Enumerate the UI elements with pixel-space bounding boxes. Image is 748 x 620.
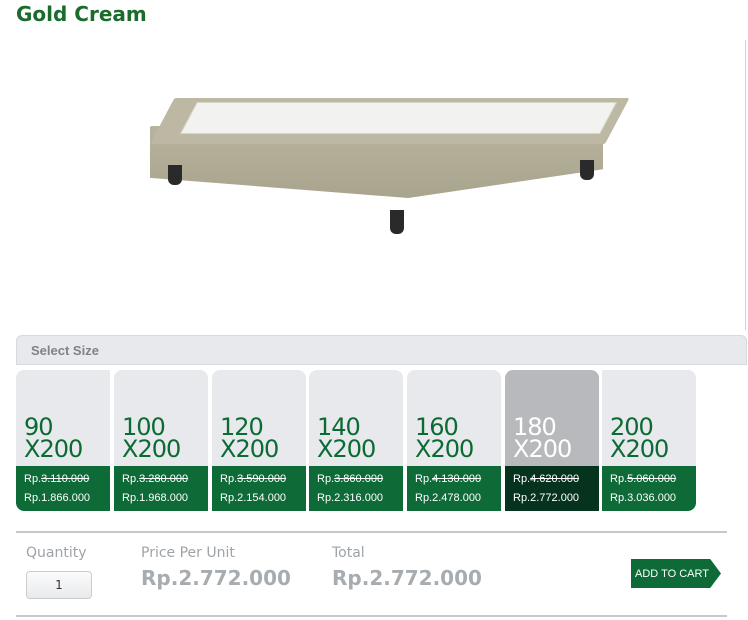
new-price: Rp.3.036.000 (610, 492, 677, 504)
size-dimensions: 200 X200 (610, 415, 669, 463)
size-dimensions: 140 X200 (317, 415, 376, 463)
price-box: Rp.3.110.000 Rp.1.866.000 (16, 466, 110, 511)
size-dimensions: 90 X200 (24, 415, 83, 463)
size-option-140x200[interactable]: 140 X200 Rp.3.860.000 Rp.2.316.000 (309, 370, 403, 511)
divider (16, 615, 727, 617)
size-option-120x200[interactable]: 120 X200 Rp.3.590.000 Rp.2.154.000 (212, 370, 306, 511)
new-price: Rp.2.316.000 (317, 492, 384, 504)
total-value: Rp.2.772.000 (332, 566, 482, 590)
add-to-cart-button[interactable]: ADD TO CART (631, 559, 721, 588)
new-price: Rp.2.154.000 (220, 492, 287, 504)
bed-base-surface (180, 102, 618, 134)
size-length: X200 (317, 435, 376, 463)
old-price: Rp.3.110.000 (24, 473, 90, 485)
new-price: Rp.1.968.000 (122, 492, 189, 504)
size-option-100x200[interactable]: 100 X200 Rp.3.280.000 Rp.1.968.000 (114, 370, 208, 511)
size-option-200x200[interactable]: 200 X200 Rp.5.060.000 Rp.3.036.000 (602, 370, 696, 511)
panel-border (745, 40, 746, 330)
old-price: Rp.3.860.000 (317, 473, 384, 485)
new-price: Rp.2.478.000 (415, 492, 482, 504)
old-price-value: 3.280.000 (139, 473, 189, 485)
size-dimensions: 180 X200 (513, 415, 572, 463)
price-box: Rp.4.130.000 Rp.2.478.000 (407, 466, 501, 511)
select-size-header: Select Size (16, 335, 747, 365)
size-option-90x200[interactable]: 90 X200 Rp.3.110.000 Rp.1.866.000 (16, 370, 110, 511)
price-box: Rp.3.590.000 Rp.2.154.000 (212, 466, 306, 511)
select-size-label: Select Size (31, 343, 99, 358)
size-length: X200 (415, 435, 474, 463)
size-length: X200 (610, 435, 669, 463)
price-box: Rp.4.620.000 Rp.2.772.000 (505, 466, 599, 511)
bed-leg (168, 165, 182, 185)
quantity-input[interactable] (26, 571, 92, 599)
price-per-unit-value: Rp.2.772.000 (141, 566, 291, 590)
size-length: X200 (220, 435, 279, 463)
old-price-value: 5.060.000 (627, 473, 677, 485)
size-length: X200 (122, 435, 181, 463)
new-price: Rp.1.866.000 (24, 492, 91, 504)
price-per-unit-label: Price Per Unit (141, 545, 235, 561)
divider (16, 531, 727, 533)
old-price-value: 4.620.000 (530, 473, 580, 485)
size-option-160x200[interactable]: 160 X200 Rp.4.130.000 Rp.2.478.000 (407, 370, 501, 511)
price-box: Rp.3.280.000 Rp.1.968.000 (114, 466, 208, 511)
size-dimensions: 160 X200 (415, 415, 474, 463)
size-length: X200 (24, 435, 83, 463)
old-price: Rp.4.620.000 (513, 473, 580, 485)
old-price: Rp.5.060.000 (610, 473, 677, 485)
old-price-value: 4.130.000 (432, 473, 482, 485)
new-price: Rp.2.772.000 (513, 492, 580, 504)
old-price-value: 3.590.000 (237, 473, 287, 485)
old-price: Rp.3.590.000 (220, 473, 287, 485)
price-box: Rp.5.060.000 Rp.3.036.000 (602, 466, 696, 511)
size-length: X200 (513, 435, 572, 463)
total-label: Total (332, 545, 365, 561)
size-option-180x200[interactable]: 180 X200 Rp.4.620.000 Rp.2.772.000 (505, 370, 599, 511)
old-price: Rp.3.280.000 (122, 473, 189, 485)
bed-leg (390, 210, 404, 234)
bed-leg (580, 160, 594, 180)
old-price-value: 3.110.000 (41, 473, 90, 485)
size-dimensions: 120 X200 (220, 415, 279, 463)
old-price-value: 3.860.000 (334, 473, 384, 485)
product-image (130, 70, 630, 260)
quantity-label: Quantity (26, 545, 87, 561)
size-options: 90 X200 Rp.3.110.000 Rp.1.866.000 100 X2… (16, 370, 696, 512)
product-title: Gold Cream (16, 2, 147, 26)
size-dimensions: 100 X200 (122, 415, 181, 463)
old-price: Rp.4.130.000 (415, 473, 482, 485)
price-box: Rp.3.860.000 Rp.2.316.000 (309, 466, 403, 511)
